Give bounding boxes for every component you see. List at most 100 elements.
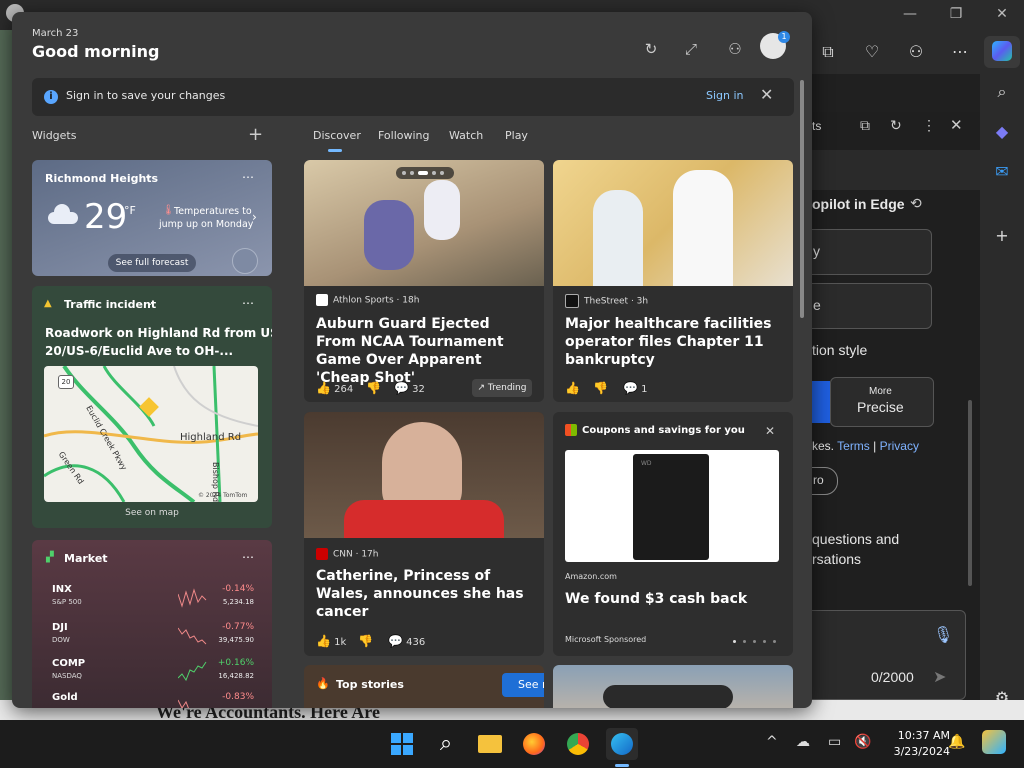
coupon-header: Coupons and savings for you: [565, 424, 745, 436]
news-card[interactable]: Athlon Sports · 18h Auburn Guard Ejected…: [304, 160, 544, 402]
market-row[interactable]: COMP NASDAQ +0.16% 16,428.82: [32, 656, 272, 692]
search-sidebar-icon[interactable]: ⌕: [990, 80, 1014, 104]
more-menu-icon[interactable]: ⋯: [948, 40, 972, 64]
weather-location[interactable]: Richmond Heights: [45, 172, 158, 185]
extensions-icon[interactable]: ⚇: [904, 40, 928, 64]
market-row[interactable]: INX S&P 500 -0.14% 5,234.18: [32, 582, 272, 618]
microphone-icon[interactable]: 🎙: [933, 625, 953, 645]
expand-icon[interactable]: ⤢: [680, 38, 702, 60]
news-source: Athlon Sports · 18h: [316, 294, 419, 306]
edge-icon[interactable]: [606, 728, 638, 760]
see-on-map-link[interactable]: See on map: [32, 508, 272, 518]
news-card[interactable]: [553, 665, 793, 708]
coupon-title[interactable]: We found $3 cash back: [565, 590, 781, 608]
copilot-more-icon[interactable]: ⋮: [922, 117, 936, 134]
cloud-offline-icon[interactable]: ☁: [796, 734, 810, 750]
copilot-taskbar-icon[interactable]: [982, 730, 1006, 754]
see-more-button[interactable]: See more ›: [502, 673, 544, 697]
open-new-icon[interactable]: ⧉: [860, 117, 870, 134]
add-widget-icon[interactable]: +: [248, 124, 263, 145]
dislike-button[interactable]: 👎: [366, 381, 381, 395]
sync-icon[interactable]: ⟲: [910, 195, 922, 212]
close-window-icon[interactable]: ✕: [988, 6, 1016, 22]
close-icon[interactable]: ✕: [760, 85, 773, 104]
news-title[interactable]: Auburn Guard Ejected From NCAA Tournamen…: [316, 315, 532, 387]
dislike-button[interactable]: 👎: [358, 634, 373, 648]
market-more-icon[interactable]: ⋯: [242, 550, 254, 564]
firefox-icon[interactable]: [518, 728, 550, 760]
comments-button[interactable]: 💬 1: [623, 381, 648, 395]
file-explorer-icon[interactable]: [474, 728, 506, 760]
weather-more-icon[interactable]: ⋯: [242, 170, 254, 184]
see-forecast-button[interactable]: See full forecast: [108, 254, 196, 272]
restore-icon[interactable]: ❐: [942, 6, 970, 22]
copilot-scrollbar[interactable]: [968, 400, 972, 586]
tab-following[interactable]: Following: [378, 129, 430, 142]
chevron-down-icon[interactable]: ⌄: [146, 297, 154, 308]
signin-link[interactable]: Sign in: [706, 89, 744, 102]
weather-map-icon[interactable]: [232, 248, 258, 274]
volume-muted-icon[interactable]: 🔇: [854, 734, 871, 750]
weather-widget[interactable]: Richmond Heights ⌄ ⋯ 29 °F 🌡 Temperature…: [32, 160, 272, 276]
signin-message: Sign in to save your changes: [66, 89, 226, 102]
copilot-option-1[interactable]: y: [800, 229, 932, 275]
carousel-dots[interactable]: [733, 640, 777, 644]
news-card[interactable]: TheStreet · 3h Major healthcare faciliti…: [553, 160, 793, 402]
traffic-map[interactable]: 20 Highland Rd Euclid Creek Pkwy Green R…: [44, 366, 258, 502]
news-title[interactable]: Catherine, Princess of Wales, announces …: [316, 567, 532, 621]
privacy-link[interactable]: Privacy: [880, 439, 919, 453]
like-button[interactable]: 👍: [565, 381, 580, 395]
precise-style-button[interactable]: More Precise: [830, 377, 934, 427]
close-copilot-icon[interactable]: ✕: [950, 116, 963, 134]
like-button[interactable]: 👍 1k: [316, 634, 346, 648]
tab-discover[interactable]: Discover: [313, 129, 361, 142]
market-row[interactable]: Gold -0.83%: [32, 690, 272, 708]
sparkline: [178, 661, 207, 682]
traffic-widget[interactable]: ▲ Traffic incident ⌄ ⋯ Roadwork on Highl…: [32, 286, 272, 528]
comment-icon: 💬: [623, 381, 638, 395]
traffic-more-icon[interactable]: ⋯: [242, 296, 254, 310]
start-button[interactable]: [386, 728, 418, 760]
clock[interactable]: 10:37 AM 3/23/2024: [880, 728, 950, 760]
copilot-option-2[interactable]: e: [800, 283, 932, 329]
minimize-icon[interactable]: —: [896, 6, 924, 22]
show-hidden-icons[interactable]: ^: [766, 734, 778, 750]
notification-bell-icon[interactable]: 🔔: [948, 734, 965, 750]
news-card[interactable]: CNN · 17h Catherine, Princess of Wales, …: [304, 412, 544, 656]
outlook-icon[interactable]: ✉: [990, 160, 1014, 184]
active-tab-indicator: [328, 149, 342, 152]
display-icon[interactable]: ▭: [828, 734, 841, 750]
market-row[interactable]: DJI DOW -0.77% 39,475.90: [32, 620, 272, 656]
copilot-icon: [992, 41, 1012, 61]
news-title[interactable]: Major healthcare facilities operator fil…: [565, 315, 781, 369]
refresh-icon[interactable]: ↻: [640, 38, 662, 60]
close-icon[interactable]: ✕: [765, 424, 775, 438]
comments-button[interactable]: 💬 32: [394, 381, 425, 395]
market-widget[interactable]: ▞ Market ⋯ INX S&P 500 -0.14% 5,234.18 D…: [32, 540, 272, 708]
terms-link[interactable]: Terms: [837, 439, 870, 453]
chevron-down-icon[interactable]: ⌄: [144, 171, 152, 182]
copilot-sidebar-icon[interactable]: ◆: [990, 120, 1014, 144]
chrome-icon[interactable]: [562, 728, 594, 760]
add-sidebar-icon[interactable]: +: [990, 224, 1014, 248]
top-stories-card[interactable]: 🔥 Top stories See more ›: [304, 665, 544, 708]
send-icon[interactable]: ➤: [933, 667, 946, 687]
copilot-input[interactable]: 🎙 0/2000 ➤: [804, 610, 966, 700]
health-icon[interactable]: ♡: [860, 40, 884, 64]
thermometer-icon: 🌡: [162, 205, 175, 216]
tab-play[interactable]: Play: [505, 129, 528, 142]
comments-button[interactable]: 💬 436: [388, 634, 425, 648]
coupon-card[interactable]: Coupons and savings for you ✕ WD Amazon.…: [553, 412, 793, 656]
dislike-button[interactable]: 👎: [593, 381, 608, 395]
search-icon[interactable]: ⌕: [430, 728, 462, 760]
refresh-copilot-icon[interactable]: ↻: [890, 117, 902, 134]
tab-watch[interactable]: Watch: [449, 129, 483, 142]
chevron-right-icon[interactable]: ›: [252, 210, 257, 224]
news-source: CNN · 17h: [316, 548, 379, 560]
copilot-button[interactable]: [984, 36, 1020, 68]
widgets-scrollbar[interactable]: [800, 80, 804, 318]
image-pager[interactable]: [396, 167, 454, 179]
like-button[interactable]: 👍 264: [316, 381, 353, 395]
collections-icon[interactable]: ⧉: [816, 40, 840, 64]
people-icon[interactable]: ⚇: [724, 38, 746, 60]
